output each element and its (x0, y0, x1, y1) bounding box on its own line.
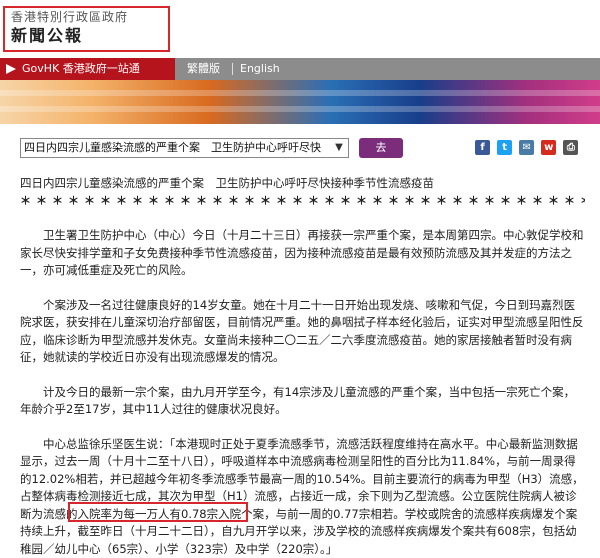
article-select-value: 四日内四宗儿童感染流感的严重个案 卫生防护中心呼吁尽快 (24, 141, 321, 154)
article-paragraph: 计及今日的最新一宗个案，由九月开学至今，有14宗涉及儿童流感的严重个案，当中包括… (20, 384, 585, 419)
decorative-banner (0, 80, 600, 124)
article-select[interactable]: 四日内四宗儿童感染流感的严重个案 卫生防护中心呼吁尽快 ▼ (20, 138, 349, 158)
article-toolbar: 四日内四宗儿童感染流感的严重个案 卫生防护中心呼吁尽快 ▼ 去 f t ✉ w … (20, 138, 590, 160)
email-icon[interactable]: ✉ (519, 140, 534, 155)
top-nav-bar: GovHK 香港政府一站通 繁體版 English (0, 58, 600, 80)
print-icon[interactable]: ⎙ (563, 140, 578, 155)
highlight-box (68, 502, 248, 522)
chevron-down-icon: ▼ (332, 140, 346, 156)
twitter-icon[interactable]: t (497, 140, 512, 155)
spacer (0, 124, 600, 138)
facebook-icon[interactable]: f (475, 140, 490, 155)
press-release-logo[interactable]: 香港特別行政區政府 新聞公報 (3, 6, 170, 52)
govhk-link[interactable]: GovHK 香港政府一站通 (0, 58, 175, 80)
org-name: 香港特別行政區政府 (11, 10, 162, 25)
article-paragraph: 中心总监徐乐坚医生说：「本港现时正处于夏季流感季节，流感活跃程度维持在高水平。中… (20, 436, 585, 558)
article-paragraph: 卫生署卫生防护中心（中心）今日（十月二十三日）再接获一宗严重个案，是本周第四宗。… (20, 227, 585, 280)
article-separator: ＊＊＊＊＊＊＊＊＊＊＊＊＊＊＊＊＊＊＊＊＊＊＊＊＊＊＊＊＊＊＊＊＊＊＊＊＊＊ (20, 192, 585, 210)
traditional-chinese-link[interactable]: 繁體版 (187, 58, 220, 80)
weibo-icon[interactable]: w (541, 140, 556, 155)
go-button[interactable]: 去 (359, 138, 403, 158)
article-body: 四日内四宗儿童感染流感的严重个案 卫生防护中心呼吁尽快接种季节性流感疫苗 ＊＊＊… (20, 175, 585, 558)
govhk-label: GovHK 香港政府一站通 (22, 62, 140, 75)
nav-divider (232, 63, 233, 75)
article-title: 四日内四宗儿童感染流感的严重个案 卫生防护中心呼吁尽快接种季节性流感疫苗 (20, 175, 585, 192)
spacer (20, 210, 585, 227)
article-paragraph: 个案涉及一名过往健康良好的14岁女童。她在十月二十一日开始出现发烧、咳嗽和气促，… (20, 297, 585, 367)
spacer (20, 367, 585, 384)
banner-stripe (0, 90, 600, 96)
page-header: 香港特別行政區政府 新聞公報 (0, 0, 600, 58)
arrow-right-icon (6, 64, 16, 74)
english-link[interactable]: English (240, 58, 280, 80)
share-icons: f t ✉ w ⎙ (475, 140, 580, 158)
spacer (20, 419, 585, 436)
banner-stripe (0, 106, 600, 112)
section-title: 新聞公報 (11, 25, 162, 47)
spacer (20, 280, 585, 297)
